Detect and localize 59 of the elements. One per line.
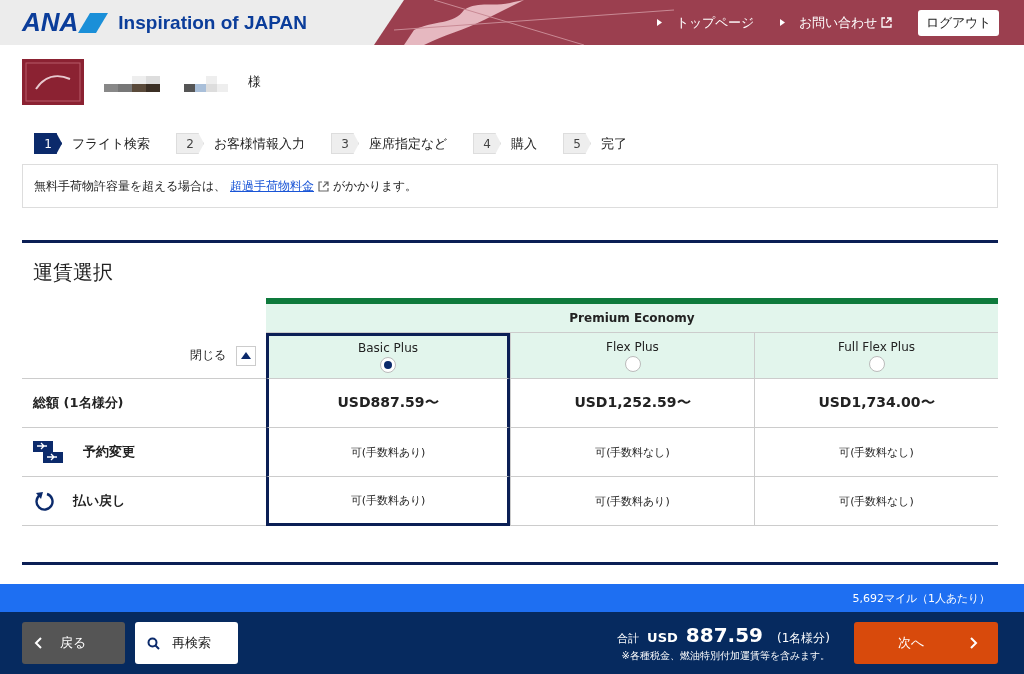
chevron-right-icon <box>970 637 978 649</box>
external-link-icon <box>318 180 329 192</box>
currency: USD <box>647 630 678 645</box>
header-link[interactable]: お問い合わせ <box>780 13 892 32</box>
miles-text: 5,692マイル（1人あたり） <box>852 590 990 606</box>
step-label: 完了 <box>601 134 627 153</box>
step-label: 座席指定など <box>369 134 447 153</box>
membership-card-icon <box>22 59 84 105</box>
step-label: お客様情報入力 <box>214 134 305 153</box>
step-label: フライト検索 <box>72 134 150 153</box>
baggage-fee-link[interactable]: 超過手荷物料金 <box>230 177 314 195</box>
table-cell: 可(手数料あり) <box>266 428 510 477</box>
step-number: 3 <box>331 133 359 154</box>
step-number: 2 <box>176 133 204 154</box>
refresh-icon <box>33 490 55 512</box>
table-cell: 可(手数料なし) <box>754 477 998 526</box>
section-title: 運賃選択 <box>33 259 114 286</box>
back-button[interactable]: 戻る <box>22 622 125 664</box>
tagline: Inspiration of JAPAN <box>118 11 307 34</box>
row-label: 総額 (1名様分) <box>33 394 124 412</box>
price-cell: USD1,252.59〜 <box>510 379 754 428</box>
price-cell: USD887.59〜 <box>266 379 510 428</box>
redacted-name <box>184 76 228 92</box>
next-button[interactable]: 次へ <box>854 622 998 664</box>
total-amount: 887.59 <box>685 623 763 647</box>
row-label: 払い戻し <box>73 492 125 510</box>
collapse-button[interactable] <box>236 345 256 366</box>
notice-text: がかかります。 <box>333 177 417 195</box>
caret-up-icon <box>241 352 251 359</box>
notice-text: 無料手荷物許容量を超える場合は、 <box>34 177 226 195</box>
per-person-label: (1名様分) <box>777 630 830 647</box>
airline-logo[interactable]: ANA <box>22 7 109 38</box>
total-label: 合計 <box>617 631 640 646</box>
search-icon <box>147 636 160 650</box>
external-link-icon <box>881 17 892 28</box>
step-number: 5 <box>563 133 591 154</box>
plane-change-icon <box>33 441 65 463</box>
step-number: 4 <box>473 133 501 154</box>
price-cell: USD1,734.00〜 <box>754 379 998 428</box>
fare-header[interactable]: Flex Plus <box>510 333 754 379</box>
step-label: 購入 <box>511 134 537 153</box>
row-label: 予約変更 <box>83 443 135 461</box>
bullet-icon <box>780 19 785 26</box>
bullet-icon <box>657 19 662 26</box>
table-cell: 可(手数料なし) <box>510 428 754 477</box>
fare-header[interactable]: Basic Plus <box>266 333 510 379</box>
header-link[interactable]: トップページ <box>657 13 754 32</box>
table-cell: 可(手数料あり) <box>510 477 754 526</box>
chevron-left-icon <box>34 637 42 649</box>
table-cell: 可(手数料あり) <box>266 477 510 526</box>
table-cell: 可(手数料なし) <box>754 428 998 477</box>
research-button[interactable]: 再検索 <box>135 622 238 664</box>
tax-note: ※各種税金、燃油特別付加運賃等を含みます。 <box>621 649 830 663</box>
honorific: 様 <box>248 73 261 91</box>
collapse-label: 閉じる <box>190 347 226 364</box>
cabin-header: Premium Economy <box>266 298 998 333</box>
logout-button[interactable]: ログアウト <box>918 9 999 36</box>
fare-header[interactable]: Full Flex Plus <box>754 333 998 379</box>
step-number: 1 <box>34 133 62 154</box>
